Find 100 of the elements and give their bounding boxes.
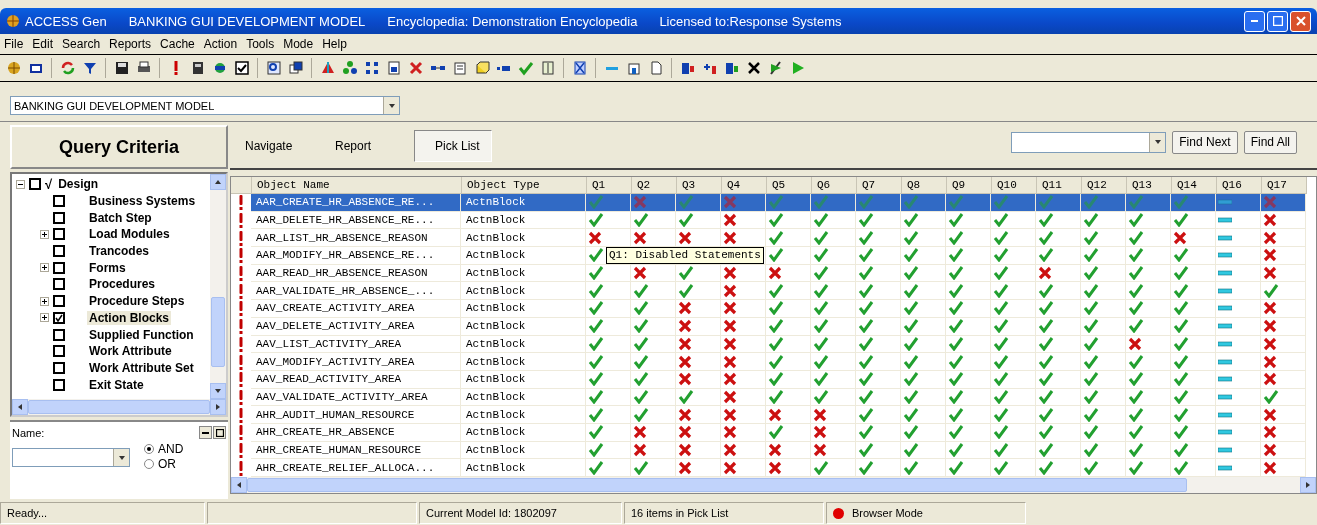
- expand-icon[interactable]: [40, 263, 49, 273]
- table-cell[interactable]: AAR_LIST_HR_ABSENCE_REASON: [251, 229, 461, 248]
- menu-item[interactable]: Cache: [160, 37, 195, 51]
- column-header[interactable]: Q17: [1262, 177, 1307, 194]
- arrow-icon: [235, 481, 243, 489]
- radio-option[interactable]: AND: [144, 442, 184, 456]
- tree-item[interactable]: Design: [56, 177, 101, 192]
- column-header[interactable]: Q1: [587, 177, 632, 194]
- building-icon: [625, 60, 642, 76]
- expand-icon[interactable]: [40, 229, 49, 239]
- find-button[interactable]: Find All: [1243, 130, 1297, 154]
- menu-item[interactable]: Mode: [283, 37, 314, 51]
- table-cell[interactable]: AAR_CREATE_HR_ABSENCE_RE...: [251, 194, 461, 212]
- flag-icon: [767, 60, 784, 76]
- column-header[interactable]: Q7: [857, 177, 902, 194]
- checkbox[interactable]: [53, 295, 65, 308]
- tree-item[interactable]: Work Attribute: [87, 344, 174, 359]
- minimize-button[interactable]: [199, 426, 212, 439]
- table-cell[interactable]: AAR_VALIDATE_HR_ABSENCE_...: [251, 282, 461, 301]
- tab[interactable]: Pick List: [414, 130, 492, 162]
- tree-item[interactable]: Batch Step: [87, 210, 154, 225]
- find-button[interactable]: Find Next: [1172, 130, 1238, 154]
- model-dropdown[interactable]: BANKING GUI DEVELOPMENT MODEL: [10, 96, 400, 115]
- radio-option[interactable]: OR: [144, 457, 184, 471]
- table-cell[interactable]: AHR_CREATE_HUMAN_RESOURCE: [251, 441, 461, 460]
- tab[interactable]: Navigate: [234, 130, 320, 162]
- expand-icon[interactable]: [40, 313, 49, 323]
- menu-item[interactable]: File: [4, 37, 24, 51]
- scrollbar[interactable]: [210, 174, 226, 399]
- cube-icon: [473, 60, 490, 76]
- checkbox[interactable]: [29, 178, 41, 191]
- menu-item[interactable]: Search: [62, 37, 101, 51]
- table-cell[interactable]: AHR_AUDIT_HUMAN_RESOURCE: [251, 406, 461, 424]
- checkbox[interactable]: [53, 378, 65, 391]
- table-cell[interactable]: AAR_DELETE_HR_ABSENCE_RE...: [251, 211, 461, 230]
- table-cell[interactable]: AHR_CREATE_HR_ABSENCE: [251, 423, 461, 442]
- expand-icon[interactable]: [40, 296, 49, 306]
- column-header[interactable]: Q11: [1037, 177, 1082, 194]
- checkbox[interactable]: [53, 328, 65, 341]
- tree-item[interactable]: Supplied Function: [87, 327, 196, 342]
- column-header[interactable]: Q16: [1217, 177, 1262, 194]
- scrollbar[interactable]: [12, 399, 226, 415]
- checkbox[interactable]: [53, 195, 65, 208]
- name-dropdown[interactable]: [12, 448, 130, 467]
- collapse-icon[interactable]: [16, 179, 25, 189]
- toolbar-button[interactable]: [232, 58, 251, 78]
- table-cell[interactable]: AAV_VALIDATE_ACTIVITY_AREA: [251, 388, 461, 407]
- table-cell[interactable]: AAV_READ_ACTIVITY_AREA: [251, 370, 461, 389]
- table-cell[interactable]: AAV_CREATE_ACTIVITY_AREA: [251, 300, 461, 318]
- toolbar-button[interactable]: [264, 58, 283, 78]
- menu-item[interactable]: Tools: [246, 37, 275, 51]
- column-header[interactable]: Q13: [1127, 177, 1172, 194]
- table-cell[interactable]: AAV_LIST_ACTIVITY_AREA: [251, 335, 461, 354]
- tree-item[interactable]: Work Attribute Set: [87, 360, 196, 375]
- tree-item[interactable]: Forms: [87, 260, 128, 275]
- tree-item[interactable]: Procedures: [87, 277, 158, 292]
- scrollbar[interactable]: [231, 477, 1316, 493]
- tree-item[interactable]: Action Blocks: [87, 310, 171, 325]
- column-header[interactable]: Q5: [767, 177, 812, 194]
- column-header[interactable]: Q10: [992, 177, 1037, 194]
- menu-item[interactable]: Action: [203, 37, 238, 51]
- column-header[interactable]: Q3: [677, 177, 722, 194]
- tree-icon: [341, 60, 358, 76]
- column-header[interactable]: Q6: [812, 177, 857, 194]
- table-cell[interactable]: AAR_MODIFY_HR_ABSENCE_RE...: [251, 247, 461, 265]
- windows-icon: [287, 60, 304, 76]
- table-cell: ActnBlock: [461, 211, 586, 230]
- column-header[interactable]: Q4: [722, 177, 767, 194]
- close-button[interactable]: [1290, 10, 1311, 32]
- column-header[interactable]: Q9: [947, 177, 992, 194]
- table-cell: ActnBlock: [461, 317, 586, 336]
- tab[interactable]: Report: [324, 130, 410, 162]
- table-cell[interactable]: AAR_READ_HR_ABSENCE_REASON: [251, 264, 461, 283]
- checkbox[interactable]: [53, 211, 65, 224]
- column-header[interactable]: Q14: [1172, 177, 1217, 194]
- table-cell: ActnBlock: [461, 300, 586, 318]
- column-header[interactable]: Object Name: [252, 177, 462, 194]
- checkbox[interactable]: [53, 261, 65, 274]
- checkbox[interactable]: [53, 345, 65, 358]
- column-header[interactable]: Q8: [902, 177, 947, 194]
- menu-item[interactable]: Edit: [32, 37, 54, 51]
- column-header[interactable]: Q2: [632, 177, 677, 194]
- tree-item[interactable]: Load Modules: [87, 227, 172, 242]
- find-dropdown[interactable]: [1011, 131, 1167, 153]
- checkbox[interactable]: [53, 311, 65, 324]
- maximize-button[interactable]: [213, 426, 226, 439]
- column-header[interactable]: Q12: [1082, 177, 1127, 194]
- tree-item[interactable]: Procedure Steps: [87, 294, 187, 309]
- column-header[interactable]: Object Type: [462, 177, 587, 194]
- checkbox[interactable]: [53, 245, 65, 258]
- checkbox[interactable]: [53, 228, 65, 241]
- tree-item[interactable]: Exit State: [87, 377, 146, 392]
- menu-item[interactable]: Help: [322, 37, 347, 51]
- table-cell[interactable]: AAV_DELETE_ACTIVITY_AREA: [251, 317, 461, 336]
- checkbox[interactable]: [53, 361, 65, 374]
- checkbox[interactable]: [53, 278, 65, 291]
- tree-item[interactable]: Trancodes: [87, 244, 152, 259]
- tree-item[interactable]: Business Systems: [87, 194, 198, 209]
- table-cell[interactable]: AAV_MODIFY_ACTIVITY_AREA: [251, 353, 461, 371]
- menu-item[interactable]: Reports: [109, 37, 152, 51]
